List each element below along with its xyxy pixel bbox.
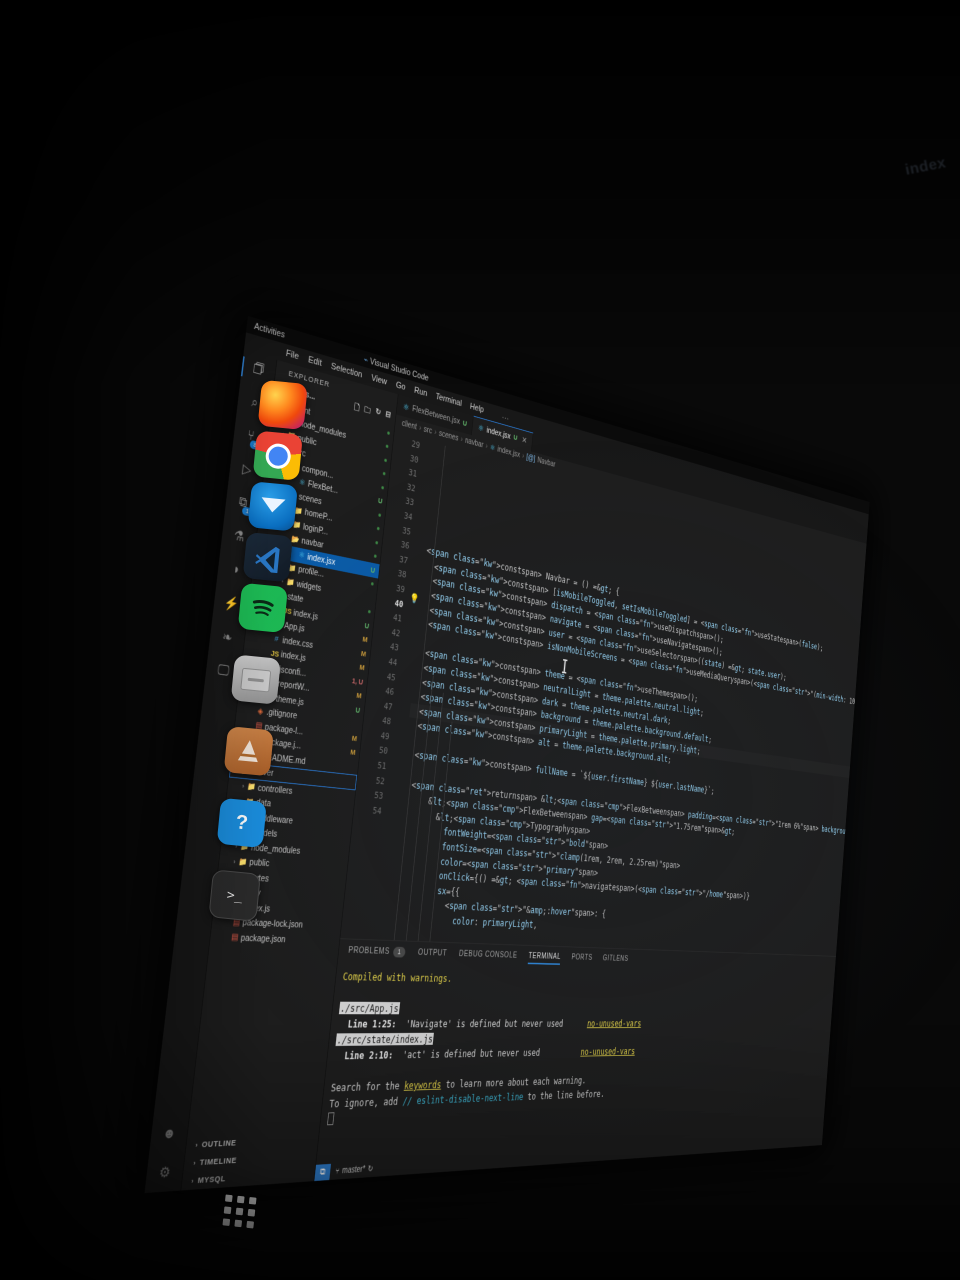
status-dot: [387, 431, 390, 435]
react-icon: ⚛: [402, 401, 410, 413]
status-dot: [385, 444, 389, 449]
help-icon[interactable]: ?: [216, 797, 267, 849]
refresh-icon[interactable]: ↻: [375, 407, 381, 422]
menu-overflow[interactable]: ...: [502, 411, 510, 422]
tab-terminal[interactable]: TERMINAL: [528, 946, 562, 967]
menu-edit[interactable]: Edit: [308, 355, 322, 368]
tab-debug-console[interactable]: DEBUG CONSOLE: [458, 943, 518, 966]
terminal-footer-a-pre: Search for the: [330, 1079, 405, 1094]
tab-status: U: [513, 433, 518, 443]
warning-message: 'act' is defined but never used: [402, 1046, 541, 1061]
terminal-output[interactable]: Compiled with warnings. ./src/App.js Lin…: [316, 962, 835, 1165]
new-folder-icon[interactable]: 🗀: [363, 404, 372, 419]
method-icon: [@]: [525, 453, 536, 464]
spotify-icon[interactable]: [237, 582, 288, 634]
thunderbird-icon[interactable]: [247, 481, 298, 532]
git-status-badge: U: [364, 621, 370, 631]
git-status-badge: M: [360, 649, 367, 659]
git-status-badge: U: [377, 496, 383, 506]
status-dot: [376, 526, 380, 531]
tab-output[interactable]: OUTPUT: [417, 942, 448, 964]
status-dot: [381, 485, 385, 490]
git-status-badge: M: [362, 635, 369, 645]
chevron-right-icon: ›: [418, 424, 422, 433]
terminal-cursor: [327, 1112, 335, 1126]
terminal-footer-b-post: to the line before.: [522, 1087, 606, 1103]
git-status-badge: U: [355, 705, 361, 715]
remote-window-icon[interactable]: ⧉: [314, 1163, 331, 1182]
sync-icon: ↻: [367, 1164, 374, 1174]
new-file-icon[interactable]: 🗋: [353, 401, 360, 416]
show-applications-icon[interactable]: [222, 1194, 257, 1229]
warning-file-path: ./src/state/index.js: [335, 1032, 435, 1046]
tab-problems[interactable]: PROBLEMS 1: [347, 939, 407, 963]
git-status-badge: M: [356, 691, 362, 701]
ubuntu-software-icon[interactable]: [223, 726, 274, 777]
git-status-badge: U: [370, 565, 376, 575]
react-icon: ⚛: [477, 423, 485, 434]
close-icon[interactable]: ✕: [521, 435, 527, 446]
status-branch[interactable]: ⑂ master* ↻: [330, 1164, 379, 1177]
warning-message: 'Navigate' is defined but never used: [405, 1017, 564, 1030]
status-dot: [375, 540, 379, 545]
git-status-badge: M: [351, 733, 358, 743]
problems-count-badge: 1: [392, 946, 407, 958]
photo-of-monitor: Activities ⌁Visual Studio Code File Edit…: [0, 0, 960, 1280]
status-dot: [382, 471, 386, 476]
menu-file[interactable]: File: [285, 348, 299, 361]
keywords-link[interactable]: keywords: [404, 1078, 442, 1091]
menu-go[interactable]: Go: [395, 380, 406, 392]
warning-line: Line 2:10:: [343, 1048, 394, 1062]
git-status-badge: 1, U: [351, 676, 364, 687]
status-dot: [373, 554, 377, 559]
terminal-icon[interactable]: >_: [208, 869, 261, 922]
git-status-badge: M: [359, 663, 366, 673]
collapse-all-icon[interactable]: ⊟: [385, 410, 391, 425]
tab-ports[interactable]: PORTS: [571, 947, 594, 968]
terminal-footer-b-pre: To ignore, add: [328, 1094, 404, 1111]
menu-run[interactable]: Run: [414, 386, 428, 399]
eslint-disable-code: // eslint-disable-next-line: [402, 1090, 524, 1108]
bottom-panel: PROBLEMS 1 OUTPUT DEBUG CONSOLE TERMINAL…: [316, 938, 836, 1165]
perspective-wrapper: Activities ⌁Visual Studio Code File Edit…: [0, 0, 960, 1280]
status-dot: [384, 458, 388, 463]
warning-line: Line 1:25:: [347, 1017, 398, 1031]
react-icon: ⚛: [489, 443, 496, 453]
status-dot: [370, 582, 374, 586]
terminal-footer-a-post: to learn more about each warning.: [440, 1074, 587, 1091]
warning-file-path: ./src/App.js: [338, 1001, 400, 1015]
git-status-badge: M: [350, 748, 356, 757]
tab-label: index.jsx: [486, 425, 512, 441]
line-number: 54: [372, 805, 383, 817]
warning-rule: no-unused-vars: [580, 1045, 636, 1058]
files-icon[interactable]: [230, 654, 281, 705]
chevron-right-icon: ›: [521, 452, 525, 461]
vscode-icon[interactable]: [242, 532, 293, 583]
warning-rule: no-unused-vars: [586, 1017, 642, 1029]
firefox-icon[interactable]: [257, 379, 308, 431]
editor-group: ⚛ FlexBetween.jsx U ⚛ index.jsx U ✕ clie…: [314, 394, 868, 1182]
compile-status-text: Compiled with warnings.: [342, 970, 453, 985]
chevron-right-icon: ›: [485, 442, 488, 451]
menu-help[interactable]: Help: [470, 402, 485, 415]
tab-gitlens[interactable]: GITLENS: [602, 948, 629, 968]
chevron-right-icon: ›: [433, 428, 437, 438]
vscode-logo-icon: ⌁: [363, 354, 369, 366]
tab-status: U: [462, 418, 468, 428]
breadcrumb-client[interactable]: client: [401, 419, 417, 431]
source-control-icon: ⑂: [334, 1166, 341, 1177]
status-dot: [378, 513, 382, 517]
chevron-right-icon: ›: [460, 435, 464, 445]
status-dot: [367, 610, 371, 614]
breadcrumb-src[interactable]: src: [423, 425, 432, 436]
menu-view[interactable]: View: [371, 373, 388, 387]
chrome-icon[interactable]: [252, 430, 303, 481]
